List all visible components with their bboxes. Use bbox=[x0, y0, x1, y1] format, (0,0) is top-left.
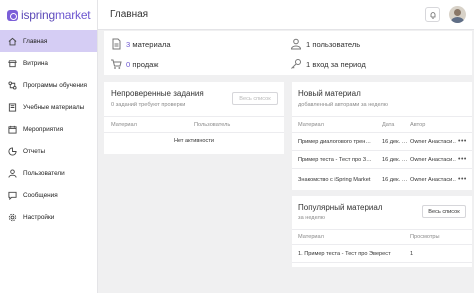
sidebar-item-users[interactable]: Пользователи bbox=[0, 162, 97, 184]
sidebar-item-programs[interactable]: Программы обучения bbox=[0, 74, 97, 96]
row-author: Owner Анастаси… bbox=[410, 157, 456, 163]
unchecked-title: Непроверенные задания bbox=[111, 89, 204, 98]
sidebar-item-label: Настройки bbox=[23, 213, 55, 221]
sidebar-item-storefront[interactable]: Витрина bbox=[0, 52, 97, 74]
divider bbox=[292, 229, 472, 230]
logo[interactable]: ispringmarket bbox=[0, 0, 97, 30]
sidebar-item-messages[interactable]: Сообщения bbox=[0, 184, 97, 206]
popular-title: Популярный материал bbox=[298, 203, 383, 212]
row-views: 1 bbox=[410, 251, 414, 257]
home-icon bbox=[8, 37, 17, 46]
logo-suffix: market bbox=[54, 8, 91, 22]
report-icon bbox=[8, 146, 17, 156]
column-header-material[interactable]: Материал bbox=[298, 234, 324, 240]
stat-logins: 1 вход за период bbox=[290, 58, 366, 70]
more-icon[interactable]: ••• bbox=[458, 156, 467, 163]
stat-sales: 0 продаж bbox=[110, 58, 159, 70]
divider bbox=[104, 132, 284, 133]
sidebar-item-reports[interactable]: Отчеты bbox=[0, 140, 97, 162]
popular-material-card: Популярный материал за неделю Весь списо… bbox=[292, 196, 472, 267]
notifications-button[interactable] bbox=[425, 7, 440, 22]
stat-logins-label: 1 вход за период bbox=[306, 59, 366, 69]
sidebar-item-materials[interactable]: Учебные материалы bbox=[0, 96, 97, 118]
page-title: Главная bbox=[110, 9, 149, 20]
sidebar-item-label: Сообщения bbox=[23, 191, 58, 199]
sidebar-nav: Главная Витрина Программы обучения Учебн… bbox=[0, 30, 97, 228]
sidebar-item-label: Витрина bbox=[23, 59, 48, 67]
row-date: 16 дек. … bbox=[382, 177, 408, 183]
stats-panel: 3 материала 0 продаж 1 пользователь 1 вх… bbox=[104, 31, 472, 75]
storefront-icon bbox=[8, 59, 17, 68]
key-icon bbox=[290, 58, 302, 70]
unchecked-all-button[interactable]: Весь список bbox=[232, 92, 278, 105]
divider bbox=[292, 168, 472, 169]
sidebar: ispringmarket Главная Витрина Программы … bbox=[0, 0, 98, 293]
column-header-material[interactable]: Материал bbox=[111, 122, 137, 128]
column-header-user[interactable]: Пользователь bbox=[194, 122, 230, 128]
stat-users: 1 пользователь bbox=[290, 38, 360, 50]
sidebar-item-home[interactable]: Главная bbox=[0, 30, 97, 52]
stat-sales-count[interactable]: 0 bbox=[126, 60, 130, 69]
column-header-views[interactable]: Просмотры bbox=[410, 234, 440, 240]
users-icon bbox=[8, 168, 17, 178]
cart-icon bbox=[110, 58, 122, 70]
user-icon bbox=[290, 38, 302, 50]
logo-icon bbox=[7, 9, 18, 21]
row-material[interactable]: Пример диалогового трен… bbox=[298, 139, 380, 145]
column-header-date[interactable]: Дата bbox=[382, 122, 394, 128]
column-header-material[interactable]: Материал bbox=[298, 122, 324, 128]
divider bbox=[292, 262, 472, 263]
popular-all-button[interactable]: Весь список bbox=[422, 205, 466, 218]
sidebar-item-events[interactable]: Мероприятия bbox=[0, 118, 97, 140]
sidebar-item-label: Главная bbox=[23, 37, 48, 45]
divider bbox=[292, 150, 472, 151]
avatar[interactable] bbox=[449, 6, 466, 23]
new-material-title: Новый материал bbox=[298, 89, 361, 98]
row-date: 16 дек. … bbox=[382, 157, 408, 163]
empty-state: Нет активности bbox=[173, 138, 215, 144]
logo-prefix: ispring bbox=[21, 8, 55, 22]
row-author: Owner Анастаси… bbox=[410, 177, 456, 183]
calendar-icon bbox=[8, 125, 17, 134]
new-material-subtitle: добавленный авторами за неделю bbox=[298, 102, 388, 108]
more-icon[interactable]: ••• bbox=[458, 138, 467, 145]
divider bbox=[292, 116, 472, 117]
stat-users-label: 1 пользователь bbox=[306, 39, 361, 49]
unchecked-tasks-card: Непроверенные задания 0 заданий требуют … bbox=[104, 82, 284, 154]
sidebar-item-label: Учебные материалы bbox=[23, 103, 85, 111]
file-icon bbox=[110, 38, 122, 50]
sidebar-item-settings[interactable]: Настройки bbox=[0, 206, 97, 228]
row-date: 16 дек. … bbox=[382, 139, 408, 145]
sidebar-item-label: Отчеты bbox=[23, 147, 46, 155]
book-icon bbox=[8, 102, 17, 112]
bell-icon bbox=[430, 11, 435, 19]
row-material[interactable]: Знакомство с iSpring Market bbox=[298, 177, 380, 183]
unchecked-subtitle: 0 заданий требуют проверки bbox=[111, 102, 186, 108]
sidebar-item-label: Программы обучения bbox=[23, 81, 88, 89]
sidebar-item-label: Мероприятия bbox=[23, 125, 64, 133]
top-bar: Главная bbox=[98, 0, 474, 30]
stat-sales-label: продаж bbox=[132, 59, 159, 69]
gear-icon bbox=[8, 213, 17, 222]
stat-materials-count[interactable]: 3 bbox=[126, 40, 130, 49]
popular-subtitle: за неделю bbox=[298, 215, 325, 221]
divider bbox=[292, 132, 472, 133]
column-header-author[interactable]: Автор bbox=[410, 122, 425, 128]
sidebar-item-label: Пользователи bbox=[23, 169, 65, 177]
divider bbox=[104, 116, 284, 117]
message-icon bbox=[8, 191, 17, 200]
row-material[interactable]: Пример теста - Тест про З… bbox=[298, 157, 380, 163]
path-icon bbox=[8, 80, 17, 90]
row-material[interactable]: 1. Пример теста - Тест про Эверест bbox=[298, 251, 408, 257]
divider bbox=[292, 244, 472, 245]
new-material-card: Новый материал добавленный авторами за н… bbox=[292, 82, 472, 190]
stat-materials: 3 материала bbox=[110, 38, 171, 50]
stat-materials-label: материала bbox=[132, 39, 171, 49]
row-author: Owner Анастаси… bbox=[410, 139, 456, 145]
more-icon[interactable]: ••• bbox=[458, 176, 467, 183]
